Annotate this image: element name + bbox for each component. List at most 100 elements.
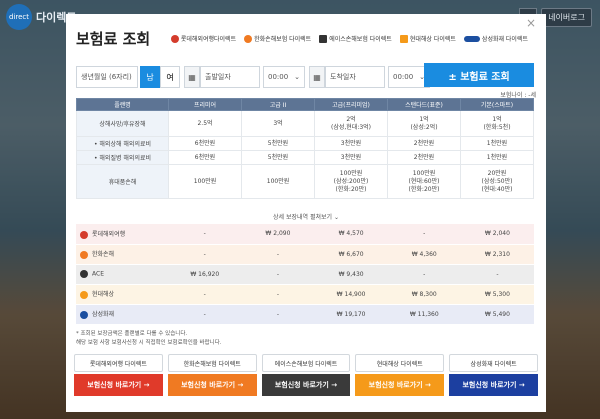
card-logo: 삼성화재 다이렉트: [449, 354, 538, 372]
insurer-logo-icon: [80, 270, 88, 278]
coverage-value: 100만원 (삼성:200만) (한화:20만): [314, 164, 388, 199]
logo-label: 현대해상 다이렉트: [409, 36, 456, 43]
insurer-logos: 롯데해외여행다이렉트 한화손해보험 다이렉트 에이스손해보험 다이렉트 현대해상…: [170, 34, 528, 43]
premium-value: ₩ 2,310: [460, 244, 534, 265]
coverage-label: 휴대품손해: [76, 164, 169, 199]
depart-time-value: 00:00: [268, 73, 289, 81]
calendar-icon[interactable]: ▦: [184, 66, 200, 88]
column-header: 고급(프리미엄): [314, 98, 388, 111]
calendar-icon[interactable]: ▦: [309, 66, 325, 88]
arrive-date-input[interactable]: 도착일자: [325, 66, 385, 88]
apply-button[interactable]: 보험신청 바로가기 →: [355, 374, 445, 396]
female-toggle[interactable]: 여: [160, 66, 180, 88]
close-icon[interactable]: ×: [526, 16, 536, 30]
expand-details-link[interactable]: 상세 보장내역 펼쳐보기 ⌄: [66, 212, 546, 221]
search-form: 생년월일 (6자리) 남 여 ▦ 출발일자 00:00 ⌄ ▦ 도착일자 00:0…: [76, 66, 430, 88]
naver-login-button[interactable]: 네이버로그: [541, 8, 592, 27]
logo-ace: 에이스손해보험 다이렉트: [319, 34, 392, 43]
logo-label: 롯데해외여행다이렉트: [180, 36, 237, 43]
premium-value: -: [241, 304, 315, 325]
depart-date-input[interactable]: 출발일자: [200, 66, 260, 88]
insurer-name-cell: 롯데해외여행: [76, 224, 169, 245]
logo-label: 한화손해보험 다이렉트: [254, 36, 312, 43]
price-row: 현대해상 - - ₩ 14,900 ₩ 8,300 ₩ 5,300: [76, 284, 534, 305]
modal-title: 보험료 조회: [76, 30, 151, 48]
premium-value: -: [460, 264, 534, 285]
premium-value: ₩ 9,430: [314, 264, 388, 285]
premium-value: -: [241, 284, 315, 305]
price-row: 한화손해 - - ₩ 6,670 ₩ 4,360 ₩ 2,310: [76, 244, 534, 265]
card-logo: 한화손해보험 다이렉트: [167, 354, 257, 372]
logo-hyundai: 현대해상 다이렉트: [399, 34, 456, 43]
logo-samsung: 삼성화재 다이렉트: [463, 34, 528, 43]
coverage-value: 1억 (한화:5천): [460, 110, 534, 137]
chevron-down-icon: ⌄: [294, 73, 300, 81]
apply-button[interactable]: 보험신청 바로가기 →: [167, 374, 257, 396]
coverage-value: 20만원 (삼성:50만) (현대:40만): [460, 164, 534, 199]
coverage-value: 100만원: [168, 164, 242, 199]
apply-cards: 롯데해외여행 다이렉트 보험신청 바로가기 → 한화손해보험 다이렉트 보험신청 바로…: [74, 354, 538, 396]
coverage-value: 5천만원: [241, 136, 315, 151]
premium-value: -: [168, 244, 242, 265]
depart-time-select[interactable]: 00:00 ⌄: [263, 66, 305, 88]
price-row: 삼성화재 - - ₩ 19,170 ₩ 11,360 ₩ 5,490: [76, 304, 534, 325]
coverage-value: 2천만원: [387, 150, 461, 165]
insurer-name: 현대해상: [92, 291, 115, 299]
insurer-name-cell: 한화손해: [76, 244, 169, 265]
apply-card: 롯데해외여행 다이렉트보험신청 바로가기 →: [74, 354, 163, 396]
hanwha-logo-icon: [244, 34, 253, 43]
coverage-value: 2억 (삼성,현대:3억): [314, 110, 388, 137]
premium-value: ₩ 8,300: [387, 284, 461, 305]
insurer-name: ACE: [92, 270, 104, 278]
logo-label: 삼성화재 다이렉트: [481, 36, 528, 43]
insurer-name: 롯데해외여행: [92, 231, 126, 238]
apply-button[interactable]: 보험신청 바로가기 →: [74, 374, 163, 396]
insurer-name: 삼성화재: [92, 311, 115, 319]
logo-lotte: 롯데해외여행다이렉트: [170, 34, 237, 43]
insurer-name-cell: ACE: [76, 264, 169, 285]
male-toggle[interactable]: 남: [140, 66, 160, 88]
premium-value: -: [241, 244, 315, 265]
lotte-logo-icon: [170, 34, 179, 43]
search-premium-button[interactable]: ± 보험료 조회: [424, 63, 534, 87]
coverage-row: • 해외상해 해외의료비 6천만원 5천만원 3천만원 2천만원 1천만원: [76, 136, 534, 151]
insurer-logo-icon: [80, 230, 88, 239]
column-header: 스탠다드(표준): [387, 98, 461, 111]
coverage-value: 3억: [241, 110, 315, 137]
hyundai-logo-icon: [399, 34, 408, 43]
premium-value: ₩ 4,360: [387, 244, 461, 265]
coverage-value: 100만원: [241, 164, 315, 199]
birth-input[interactable]: 생년월일 (6자리): [76, 66, 138, 88]
apply-card: 한화손해보험 다이렉트보험신청 바로가기 →: [167, 354, 257, 396]
apply-card: 삼성화재 다이렉트보험신청 바로가기 →: [449, 354, 538, 396]
card-logo: 롯데해외여행 다이렉트: [74, 354, 163, 372]
price-row: 롯데해외여행 - ₩ 2,090 ₩ 4,570- ₩ 2,040: [76, 224, 534, 245]
coverage-value: 2천만원: [387, 136, 461, 151]
apply-card: 에이스손해보험 다이렉트 보험신청 바로가기 →: [261, 354, 351, 396]
notes: * 조회된 보장금액은 플랜별로 다를 수 있습니다. 해당 보험 사항 보험사…: [76, 330, 222, 348]
coverage-value: 6천만원: [168, 136, 242, 151]
coverage-value: 100만원 (현대:60만) (한화:20만): [387, 164, 461, 199]
premium-value: ₩ 19,170: [314, 304, 388, 325]
premium-value: -: [168, 304, 242, 325]
price-table: 롯데해외여행 - ₩ 2,090 ₩ 4,570- ₩ 2,040 한화손해 - - ₩ 6,6…: [76, 224, 534, 325]
premium-value: ₩ 16,920: [168, 264, 242, 285]
card-logo: 현대해상 다이렉트: [355, 354, 445, 372]
apply-button[interactable]: 보험신청 바로가기 →: [261, 374, 351, 396]
premium-value: ₩ 11,360: [387, 304, 461, 325]
column-header: 고급 II: [241, 98, 315, 111]
note-line: 해당 보험 사항 보험사신청 시 직접확인 보험료확인을 바랍니다.: [76, 340, 222, 346]
price-row: ACE ₩ 16,920- ₩ 9,430- -: [76, 264, 534, 285]
premium-value: ₩ 5,490: [460, 304, 534, 325]
samsung-logo-icon: [463, 35, 480, 42]
coverage-value: 3천만원: [314, 150, 388, 165]
premium-value: ₩ 6,670: [314, 244, 388, 265]
insurer-logo-icon: [80, 310, 88, 319]
coverage-value: 5천만원: [241, 150, 315, 165]
brand-logo[interactable]: direct: [6, 4, 32, 30]
coverage-value: 6천만원: [168, 150, 242, 165]
apply-button[interactable]: 보험신청 바로가기 →: [449, 374, 538, 396]
note-line: * 조회된 보장금액은 플랜별로 다를 수 있습니다.: [76, 331, 188, 337]
premium-value: -: [168, 284, 242, 305]
coverage-row: 상해사망/후유장해 2.5억 3억 2억 (삼성,현대:3억) 1억 (삼성:2억) 1억…: [76, 110, 534, 137]
